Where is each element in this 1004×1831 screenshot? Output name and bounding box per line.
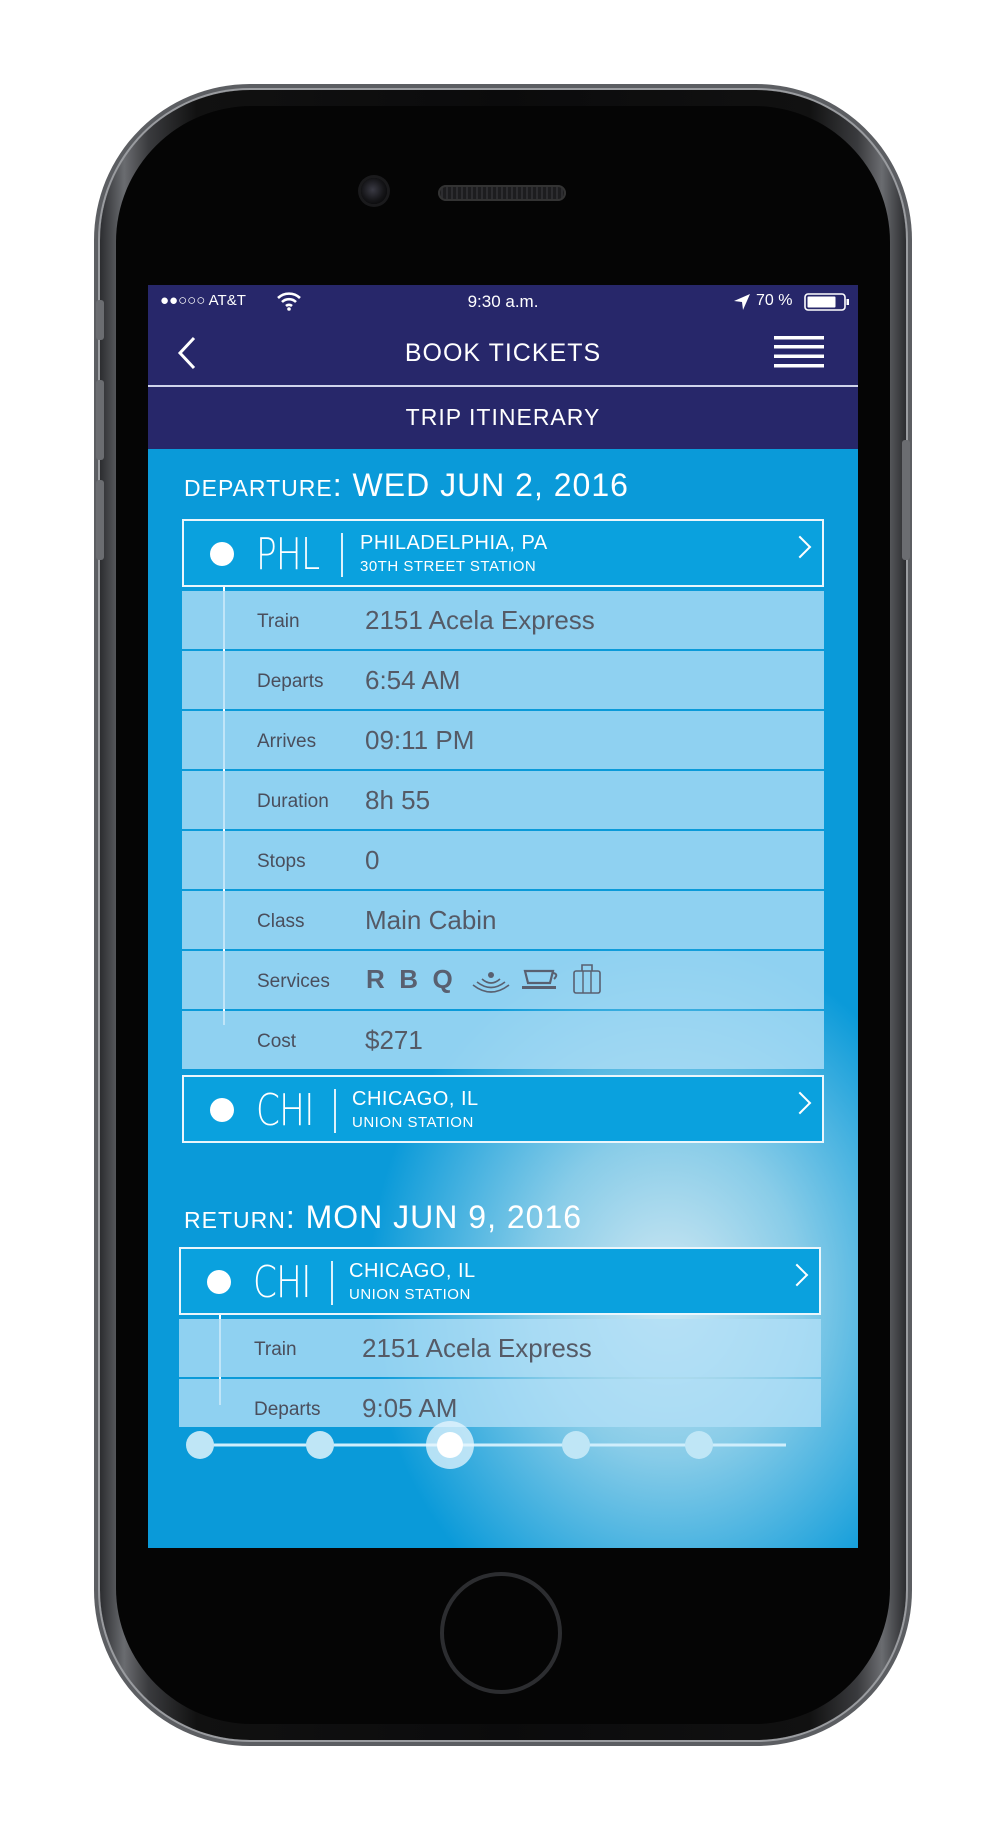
return-heading: RETURN: MON JUN 9, 2016: [184, 1199, 582, 1236]
power-button: [902, 440, 910, 560]
divider: [341, 533, 343, 577]
pager-dot-5[interactable]: [685, 1431, 713, 1459]
departure-heading: DEPARTURE: WED JUN 2, 2016: [184, 467, 629, 504]
row-label: Train: [254, 1339, 297, 1360]
pager-dot-3[interactable]: [437, 1432, 463, 1458]
step-pager: [148, 1415, 858, 1475]
row-value: Main Cabin: [365, 905, 497, 935]
detail-row-departs: Departs 6:54 AM: [182, 651, 824, 709]
front-camera: [361, 178, 387, 204]
detail-row-arrives: Arrives 09:11 PM: [182, 711, 824, 769]
departure-colon: :: [332, 467, 343, 503]
row-label: Cost: [257, 1031, 297, 1052]
detail-row-duration: Duration 8h 55: [182, 771, 824, 829]
return-label: RETURN: [184, 1207, 286, 1233]
row-value: 0: [365, 845, 380, 875]
chevron-right-icon: [785, 1263, 809, 1287]
divider: [331, 1261, 333, 1305]
location-arrow-icon: [734, 294, 750, 310]
station-city: CHICAGO, IL: [349, 1260, 476, 1282]
service-r-icon: R: [366, 964, 385, 994]
departure-origin-station[interactable]: PHL PHILADELPHIA, PA 30TH STREET STATION: [182, 519, 824, 587]
row-value: 6:54 AM: [365, 665, 461, 695]
page-title: BOOK TICKETS: [404, 339, 602, 367]
row-label: Train: [257, 611, 300, 632]
divider: [334, 1089, 336, 1133]
return-colon: :: [285, 1199, 296, 1235]
pager-track: [186, 1421, 786, 1469]
home-button[interactable]: [440, 1572, 562, 1694]
volume-up-button: [96, 380, 104, 460]
battery-icon: [804, 293, 849, 311]
return-origin-station[interactable]: CHI CHICAGO, IL UNION STATION: [179, 1247, 821, 1315]
row-label: Arrives: [257, 731, 317, 752]
earpiece-speaker: [438, 185, 566, 201]
sub-header: TRIP ITINERARY: [148, 387, 858, 449]
volume-down-button: [96, 480, 104, 560]
departure-date: WED JUN 2, 2016: [352, 467, 629, 503]
pager-dot-1[interactable]: [186, 1431, 214, 1459]
detail-row-services: Services R B Q: [182, 951, 824, 1009]
chevron-right-icon: [788, 1091, 812, 1115]
service-b-icon: B: [399, 964, 419, 994]
station-code: CHI: [256, 1085, 314, 1136]
row-value: 8h 55: [365, 785, 431, 815]
station-city: PHILADELPHIA, PA: [360, 532, 548, 554]
row-label: Duration: [257, 791, 329, 812]
station-name: UNION STATION: [352, 1114, 474, 1131]
row-value: $271: [365, 1025, 423, 1055]
luggage-icon: [573, 964, 601, 994]
row-label: Departs: [257, 671, 324, 692]
clock: 9:30 a.m.: [467, 292, 539, 311]
station-code: CHI: [253, 1257, 311, 1308]
timeline-dot: [207, 1270, 231, 1294]
row-label: Services: [257, 971, 330, 992]
pager-dot-4[interactable]: [562, 1431, 590, 1459]
row-label: Class: [257, 911, 305, 932]
nav-bar: BOOK TICKETS: [148, 319, 858, 387]
pager-dot-2[interactable]: [306, 1431, 334, 1459]
cafe-cup-icon: [522, 969, 558, 989]
chevron-right-icon: [788, 535, 812, 559]
row-value: 2151 Acela Express: [365, 605, 595, 635]
hamburger-menu-icon[interactable]: [774, 335, 824, 369]
return-date: MON JUN 9, 2016: [305, 1199, 583, 1235]
departure-destination-station[interactable]: CHI CHICAGO, IL UNION STATION: [182, 1075, 824, 1143]
service-q-icon: Q: [432, 964, 453, 994]
station-city: CHICAGO, IL: [352, 1088, 479, 1110]
row-value: 09:11 PM: [365, 725, 475, 755]
timeline-dot: [210, 1098, 234, 1122]
row-value: 2151 Acela Express: [362, 1333, 592, 1363]
service-icons: R B Q: [366, 964, 453, 995]
screen: ●●○○○ AT&T 9:30 a.m. 70 % BOOK TICKETS T…: [148, 285, 858, 1548]
detail-row-class: Class Main Cabin: [182, 891, 824, 949]
detail-row-train: Train 2151 Acela Express: [182, 591, 824, 649]
station-name: 30TH STREET STATION: [360, 558, 537, 575]
status-bar: ●●○○○ AT&T 9:30 a.m. 70 %: [148, 285, 858, 319]
row-label: Stops: [257, 851, 306, 872]
detail-row-stops: Stops 0: [182, 831, 824, 889]
departure-label: DEPARTURE: [184, 475, 333, 501]
wifi-signal-icon: [472, 972, 510, 993]
return-detail-row-train: Train 2151 Acela Express: [179, 1319, 821, 1377]
timeline-dot: [210, 542, 234, 566]
station-code: PHL: [256, 529, 320, 580]
station-name: UNION STATION: [349, 1286, 471, 1303]
section-title: TRIP ITINERARY: [405, 404, 601, 430]
battery-percent: 70 %: [756, 292, 793, 309]
detail-row-cost: Cost $271: [182, 1011, 824, 1069]
mute-switch: [96, 300, 104, 340]
